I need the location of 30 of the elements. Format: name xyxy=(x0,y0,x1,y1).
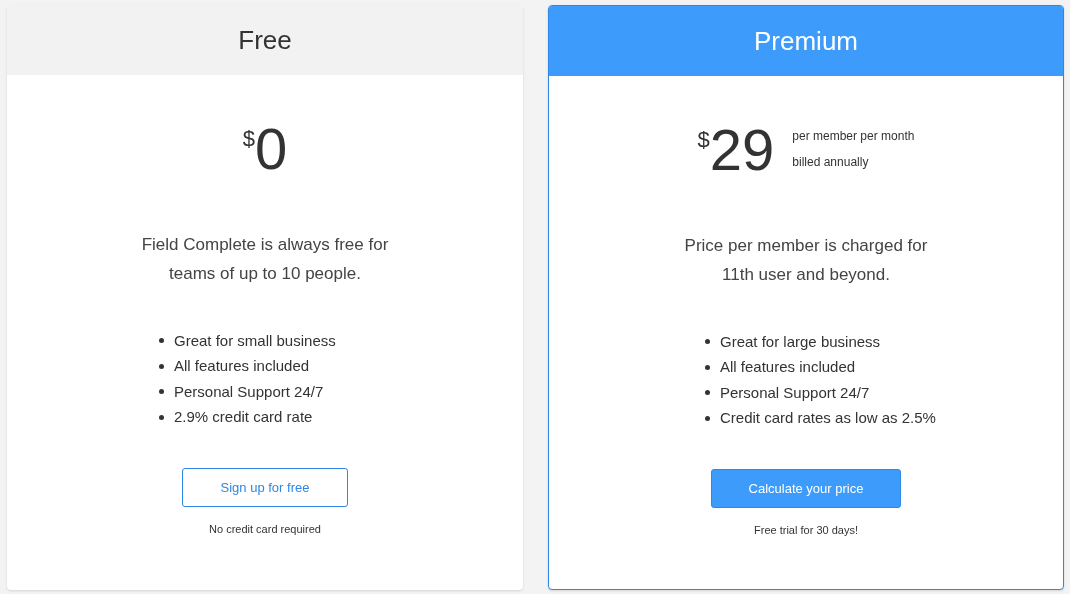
bullet-icon xyxy=(159,414,164,420)
feature-item: Great for small business xyxy=(174,330,336,351)
calculate-button[interactable]: Calculate your price xyxy=(711,469,901,508)
price-amount: 0 xyxy=(255,120,288,178)
price-note: billed annually xyxy=(792,154,870,171)
plan-title: Free xyxy=(7,5,523,75)
bullet-icon xyxy=(705,415,710,421)
footnote: Free trial for 30 days! xyxy=(754,523,858,538)
feature-item: Personal Support 24/7 xyxy=(174,381,324,402)
feature-item: Credit card rates as low as 2.5% xyxy=(720,408,936,428)
feature-item: All features included xyxy=(720,357,856,377)
currency-symbol: $ xyxy=(242,125,255,151)
bullet-icon xyxy=(159,389,164,395)
feature-item: Personal Support 24/7 xyxy=(720,382,870,403)
bullet-icon xyxy=(705,364,710,370)
bullet-icon xyxy=(159,338,164,344)
bullet-icon xyxy=(159,363,164,369)
plan-title: Premium xyxy=(549,6,1063,76)
bullet-icon xyxy=(705,390,710,396)
bullet-icon xyxy=(705,339,710,345)
plan-description: Price per member is charged for 11th user and beyond. xyxy=(683,235,929,286)
currency-symbol: $ xyxy=(697,126,710,152)
feature-item: 2.9% credit card rate xyxy=(174,407,313,427)
plan-description: Field Complete is always free for teams of up to 10 people. xyxy=(140,234,390,285)
price-amount: 29 xyxy=(709,121,775,179)
feature-item: Great for large business xyxy=(720,331,881,352)
signup-button[interactable]: Sign up for free xyxy=(182,468,348,507)
feature-item: All features included xyxy=(174,356,310,376)
price-note: per member per month xyxy=(792,128,915,145)
footnote: No credit card required xyxy=(209,522,321,537)
